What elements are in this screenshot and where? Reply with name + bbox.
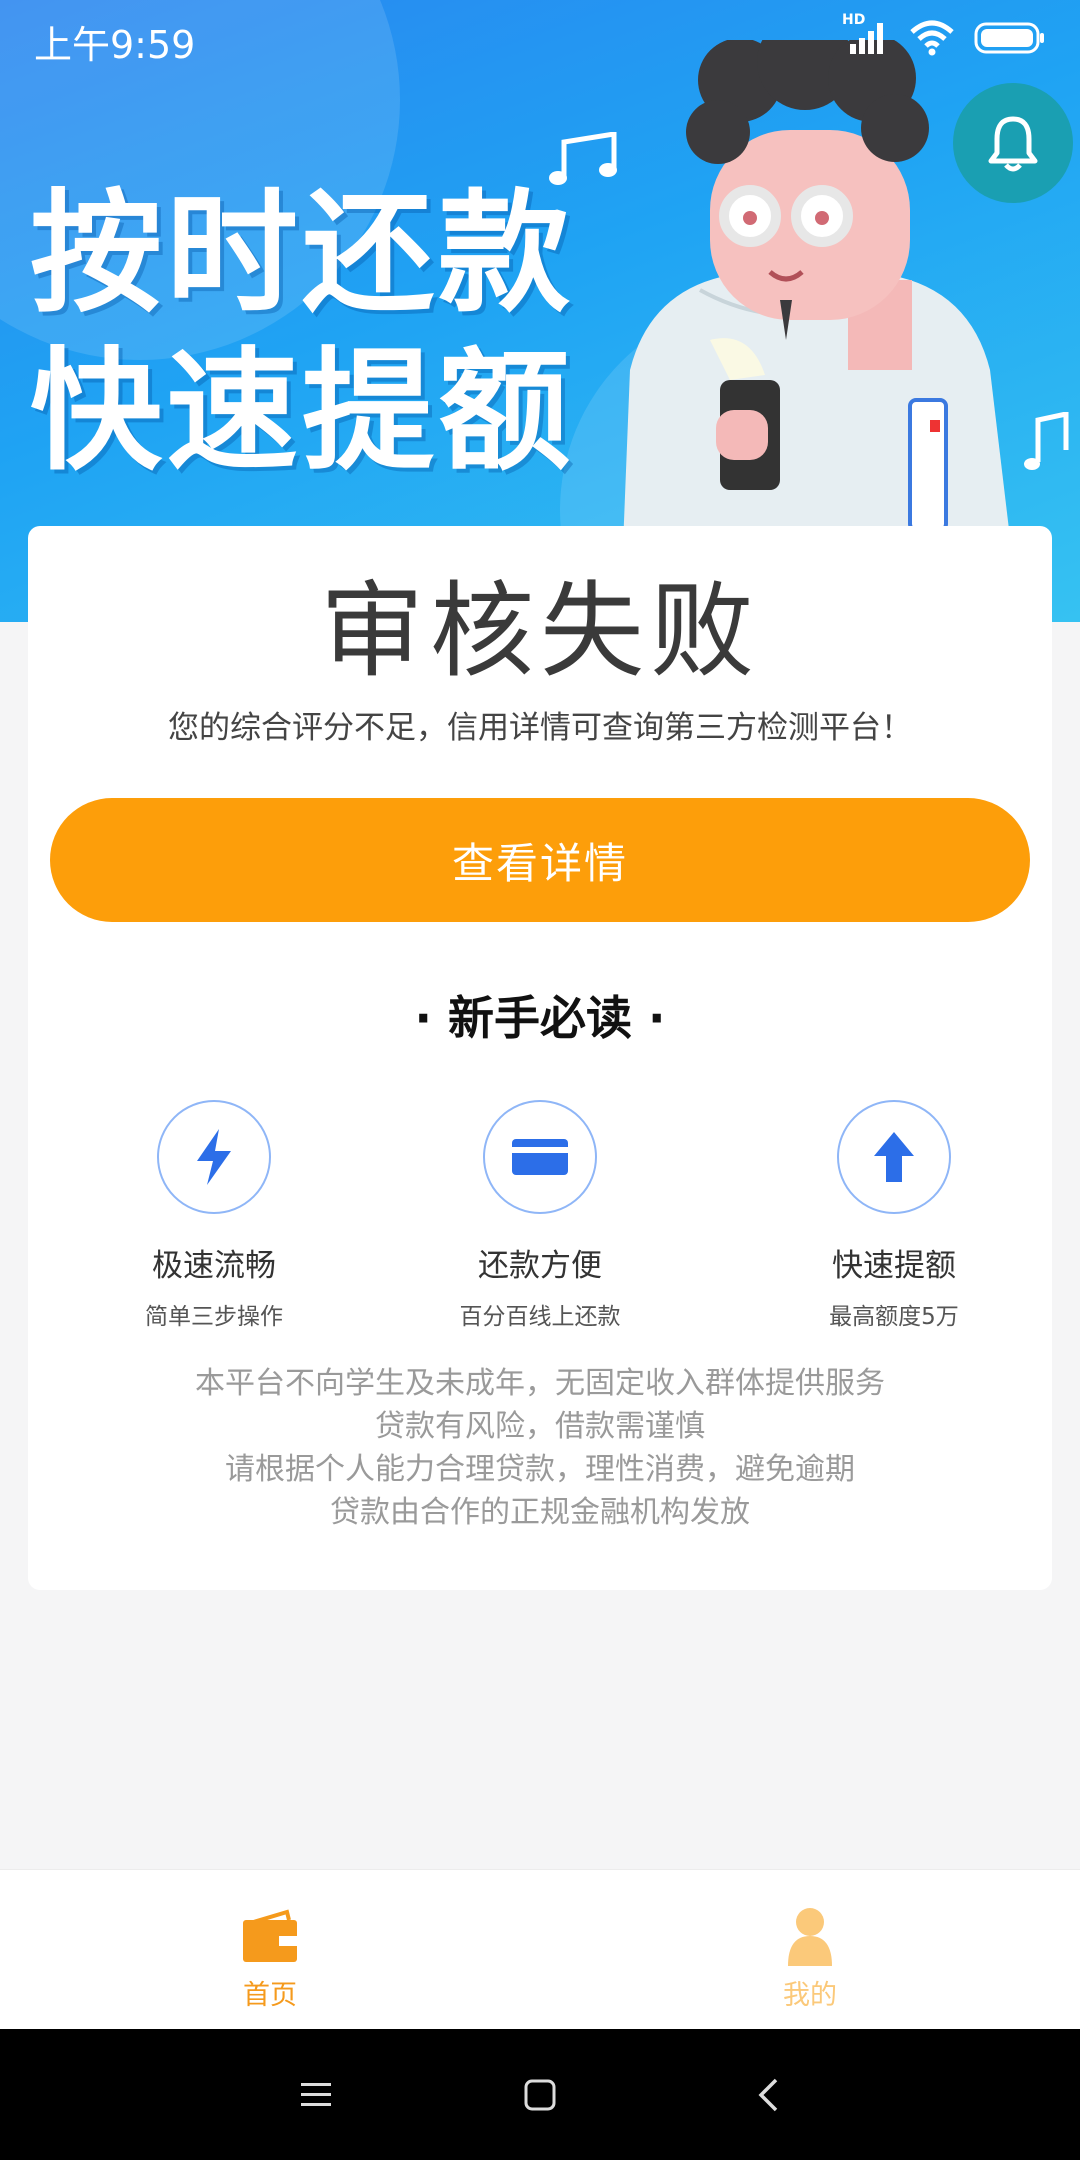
menu-button[interactable] bbox=[284, 2063, 348, 2127]
notice-line: 本平台不向学生及未成年，无固定收入群体提供服务 bbox=[195, 1366, 885, 1401]
guide-title: · 新手必读 · bbox=[414, 991, 666, 1045]
feature-subtitle: 简单三步操作 bbox=[145, 1304, 283, 1330]
banner-headline: 按时还款 快速提额 bbox=[30, 175, 574, 491]
status-bar: 上午9:59 HD bbox=[0, 0, 1080, 80]
square-icon bbox=[524, 2079, 556, 2111]
view-details-button[interactable]: 查看详情 bbox=[50, 798, 1030, 922]
lightning-icon bbox=[157, 1100, 271, 1214]
tab-mine-label: 我的 bbox=[783, 1980, 837, 2011]
bottom-tab-bar: 首页 我的 bbox=[0, 1869, 1080, 2030]
banner-line-2: 快速提额 bbox=[30, 335, 574, 489]
feature-item-repay: 还款方便 百分百线上还款 bbox=[390, 1100, 690, 1331]
feature-title: 快速提额 bbox=[832, 1248, 956, 1284]
notice-line: 请根据个人能力合理贷款，理性消费，避免逾期 bbox=[225, 1452, 855, 1487]
feature-subtitle: 百分百线上还款 bbox=[459, 1304, 621, 1330]
signal-icon: HD bbox=[842, 12, 890, 58]
result-description: 您的综合评分不足，信用详情可查询第三方检测平台！ bbox=[168, 710, 912, 746]
feature-list: 极速流畅 简单三步操作 还款方便 百分百线上还款 快速提额 最高额度5万 bbox=[28, 1100, 1052, 1340]
menu-icon bbox=[301, 2083, 331, 2106]
status-time: 上午9:59 bbox=[34, 23, 196, 67]
arrow-up-icon bbox=[837, 1100, 951, 1214]
tab-home[interactable]: 首页 bbox=[170, 1870, 370, 2030]
bell-icon bbox=[988, 116, 1038, 172]
feature-title: 极速流畅 bbox=[152, 1248, 276, 1284]
back-button[interactable] bbox=[736, 2063, 800, 2127]
risk-notices: 本平台不向学生及未成年，无固定收入群体提供服务 贷款有风险，借款需谨慎 请根据个… bbox=[28, 1362, 1052, 1534]
wifi-icon bbox=[910, 20, 954, 56]
wallet-icon bbox=[243, 1909, 297, 1962]
banner-line-1: 按时还款 bbox=[30, 177, 574, 331]
status-icons: HD bbox=[842, 12, 1046, 58]
notice-line: 贷款由合作的正规金融机构发放 bbox=[330, 1495, 750, 1530]
result-title: 审核失败 bbox=[319, 570, 760, 692]
tab-home-label: 首页 bbox=[243, 1980, 297, 2011]
notice-line: 贷款有风险，借款需谨慎 bbox=[375, 1409, 705, 1444]
notification-button[interactable] bbox=[953, 83, 1073, 203]
feature-subtitle: 最高额度5万 bbox=[829, 1304, 959, 1330]
card-icon bbox=[483, 1100, 597, 1214]
hd-label: HD bbox=[842, 12, 866, 28]
tab-mine[interactable]: 我的 bbox=[710, 1870, 910, 2030]
chevron-left-icon bbox=[758, 2078, 778, 2112]
person-icon bbox=[788, 1908, 832, 1966]
battery-icon bbox=[974, 22, 1044, 54]
feature-item-fast: 极速流畅 简单三步操作 bbox=[64, 1100, 364, 1331]
feature-title: 还款方便 bbox=[478, 1248, 602, 1284]
feature-item-limit: 快速提额 最高额度5万 bbox=[744, 1100, 1044, 1331]
result-card: 审核失败 您的综合评分不足，信用详情可查询第三方检测平台！ 查看详情 · 新手必… bbox=[28, 526, 1052, 1590]
home-button[interactable] bbox=[508, 2063, 572, 2127]
system-nav-bar bbox=[0, 2029, 1080, 2160]
